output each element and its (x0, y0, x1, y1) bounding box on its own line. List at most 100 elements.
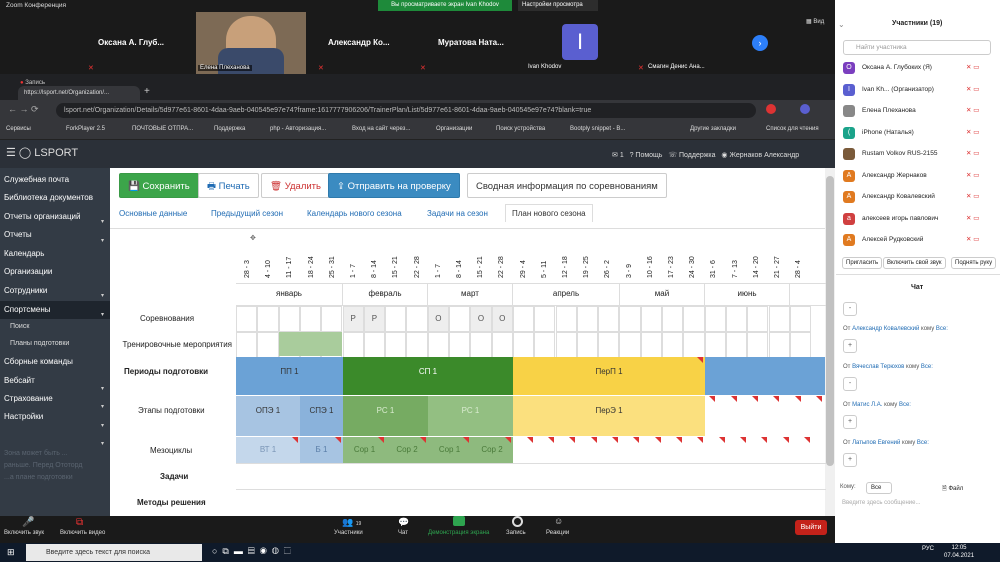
grid-cell[interactable] (747, 306, 769, 332)
video-off-icon[interactable]: ⧉ (76, 517, 83, 528)
bookmark[interactable]: Вход на сайт через... (352, 126, 410, 132)
share-screen-icon[interactable] (453, 516, 465, 526)
chat-input[interactable]: Введите здесь сообщение... (842, 500, 921, 506)
video-button[interactable]: Включить видео (60, 530, 105, 536)
grid-cell[interactable] (470, 332, 492, 358)
submit-button[interactable]: ⇪ Отправить на проверку (328, 173, 460, 198)
tab-plan-active[interactable]: План нового сезона (505, 204, 593, 222)
sidebar-item[interactable]: Вебсайт (4, 376, 35, 385)
participant-name[interactable]: Александр Жернаков (862, 172, 927, 179)
participants-icon[interactable]: 👥 19 (342, 517, 361, 528)
leave-button[interactable]: Выйти (795, 520, 827, 535)
grid-cell[interactable] (662, 332, 684, 358)
grid-cell[interactable] (725, 306, 748, 332)
competition-mark[interactable]: Р (363, 306, 386, 332)
grid-cell[interactable] (534, 306, 556, 332)
tab-main[interactable]: Основные данные (119, 209, 187, 218)
windows-start-icon[interactable]: ⊞ (7, 547, 15, 558)
period-sp[interactable]: СП 1 (343, 357, 513, 395)
lang-indicator[interactable]: РУС (922, 546, 934, 552)
next-page-icon[interactable]: › (752, 35, 768, 51)
chat-button[interactable]: Чат (398, 530, 408, 536)
grid-cell[interactable] (278, 306, 300, 332)
competition-mark[interactable]: О (491, 306, 513, 332)
sidebar-item[interactable]: Служебная почта (4, 175, 69, 184)
stage-pere[interactable]: ПерЭ 1 (513, 396, 705, 436)
stage-rs[interactable]: РС 1 (343, 396, 428, 436)
grid-cell[interactable] (576, 306, 599, 332)
participant-name[interactable]: Александр Ковалевский (862, 193, 935, 200)
grid-cell[interactable] (321, 306, 343, 332)
grid-cell[interactable] (449, 306, 471, 332)
browser-tab[interactable]: https://lsport.net/Organization/... (18, 86, 140, 100)
unmute-self-button[interactable]: Включить свой звук (883, 257, 946, 269)
grid-cell[interactable] (576, 332, 599, 358)
mail-icon[interactable]: ✉ (612, 152, 618, 159)
grid-cell[interactable] (619, 332, 641, 358)
summary-button[interactable]: Сводная информация по соревнованиям (467, 173, 667, 198)
user-menu[interactable]: ◉ Жернаков Александр (721, 152, 799, 159)
participant-name[interactable]: Алексей Рудковский (862, 236, 923, 243)
grid-cell[interactable] (512, 332, 535, 358)
profile-icon[interactable] (800, 104, 810, 114)
support-link[interactable]: ☏ Поддержка (668, 152, 715, 159)
help-link[interactable]: ? Помощь (630, 152, 663, 159)
tab-calendar[interactable]: Календарь нового сезона (307, 209, 402, 218)
bookmark[interactable]: Bootply snippet - B... (570, 126, 625, 132)
grid-cell[interactable] (662, 306, 684, 332)
participant-name[interactable]: Елена Плеханова (862, 107, 916, 114)
mute-button[interactable]: Включить звук (4, 530, 44, 536)
grid-cell[interactable] (342, 332, 364, 358)
sidebar-item[interactable]: Организации (4, 267, 52, 276)
stage-ope[interactable]: ОПЭ 1 (236, 396, 300, 436)
grid-cell[interactable] (619, 306, 641, 332)
grid-cell[interactable] (747, 332, 769, 358)
view-button[interactable]: ▦ Вид (806, 18, 824, 25)
bookmark[interactable]: Поддержка (214, 126, 245, 132)
grid-cell[interactable] (598, 332, 620, 358)
bookmark[interactable]: Поиск устройства (496, 126, 545, 132)
bookmark[interactable]: php - Авторизация... (270, 126, 326, 132)
invite-button[interactable]: Пригласить (842, 257, 883, 269)
nav-arrows-icon[interactable]: ← → ⟳ (8, 104, 39, 115)
grid-cell[interactable] (299, 306, 322, 332)
chat-file-button[interactable]: 🗎 Файл (942, 484, 963, 494)
raise-hand-button[interactable]: Поднять руку (951, 257, 997, 269)
sidebar-item[interactable]: Сборные команды (4, 357, 73, 366)
taskbar-search-input[interactable]: Введите здесь текст для поиска (26, 544, 202, 561)
delete-button[interactable]: 🗑 Удалить (261, 173, 330, 198)
chat-icon[interactable]: 💬 (398, 517, 409, 528)
sidebar-item[interactable]: Страхование (4, 394, 53, 403)
grid-cell[interactable] (491, 332, 513, 358)
grid-cell[interactable] (427, 332, 449, 358)
sidebar-subitem[interactable]: Планы подготовки (10, 340, 69, 347)
tab-tasks[interactable]: Задачи на сезон (427, 209, 488, 218)
mesocycle[interactable]: ВТ 1 (236, 437, 300, 463)
grid-cell[interactable] (406, 332, 428, 358)
grid-cell[interactable] (385, 306, 407, 332)
grid-cell[interactable] (683, 332, 705, 358)
grid-cell[interactable] (406, 306, 428, 332)
grid-cell[interactable] (534, 332, 556, 358)
period-perp[interactable]: ПерП 1 (513, 357, 705, 395)
stage-rs[interactable]: РС 1 (428, 396, 513, 436)
record-icon[interactable] (512, 516, 523, 527)
sidebar-item-sportsmen[interactable]: Спортсмены (4, 305, 51, 314)
participants-button[interactable]: Участники (334, 530, 363, 536)
period-next[interactable] (705, 357, 825, 395)
grid-cell[interactable] (789, 332, 812, 358)
sidebar-item[interactable]: Отчеты (4, 230, 32, 239)
grid-cell[interactable] (385, 332, 407, 358)
competition-mark[interactable]: Р (342, 306, 364, 332)
grid-cell[interactable] (363, 332, 386, 358)
grid-cell[interactable] (257, 332, 279, 358)
competition-mark[interactable]: О (427, 306, 449, 332)
competition-mark[interactable]: О (470, 306, 492, 332)
chat-recipient-select[interactable]: Все (866, 482, 893, 494)
muted-mic-icon[interactable]: 🎤 (22, 517, 34, 528)
bookmark[interactable]: Другие закладки (690, 126, 736, 132)
period-pp[interactable]: ПП 1 (236, 357, 343, 395)
bookmark[interactable]: ПОЧТОВЫЕ ОТПРА... (132, 126, 193, 132)
tab-prev-season[interactable]: Предыдущий сезон (211, 209, 283, 218)
grid-cell[interactable] (449, 332, 471, 358)
